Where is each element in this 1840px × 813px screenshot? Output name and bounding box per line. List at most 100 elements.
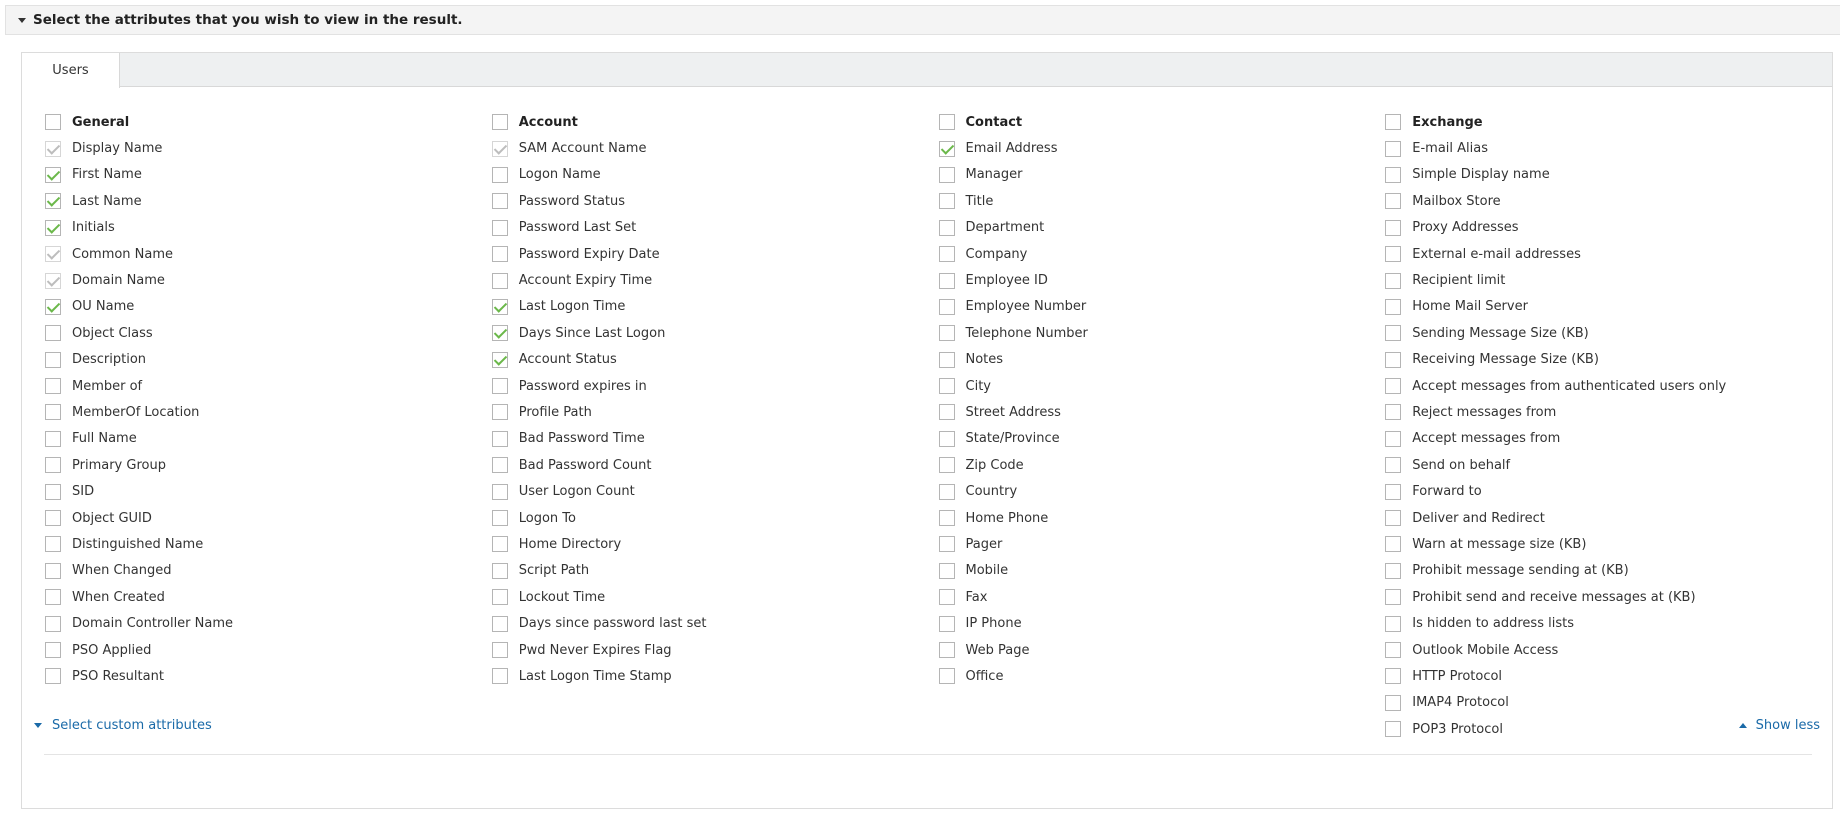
attribute-checkbox[interactable] (491, 325, 508, 342)
attribute-item[interactable]: State/Province (938, 426, 1386, 452)
attribute-checkbox[interactable] (45, 589, 61, 606)
attribute-checkbox[interactable] (491, 351, 508, 368)
attribute-checkbox[interactable] (1385, 272, 1402, 289)
attribute-checkbox[interactable] (45, 140, 61, 157)
attribute-item[interactable]: Home Mail Server (1385, 294, 1832, 320)
attribute-checkbox[interactable] (1385, 562, 1402, 579)
attribute-item[interactable]: Fax (938, 584, 1386, 610)
attribute-item[interactable]: Zip Code (938, 452, 1386, 478)
attribute-checkbox[interactable] (491, 140, 508, 157)
attribute-checkbox[interactable] (491, 298, 508, 315)
attribute-item[interactable]: Logon Name (491, 162, 939, 188)
attribute-item[interactable]: User Logon Count (491, 478, 939, 504)
attribute-checkbox[interactable] (491, 536, 508, 553)
attribute-item[interactable]: Bad Password Count (491, 452, 939, 478)
attribute-item[interactable]: Last Name (45, 188, 492, 214)
attribute-item[interactable]: When Created (45, 584, 492, 610)
attribute-checkbox[interactable] (938, 219, 955, 236)
attribute-item[interactable]: Script Path (491, 558, 939, 584)
attribute-item[interactable]: Proxy Addresses (1385, 215, 1832, 241)
attribute-item[interactable]: PSO Resultant (45, 663, 492, 689)
attribute-checkbox[interactable] (1385, 430, 1402, 447)
attribute-checkbox[interactable] (491, 510, 508, 527)
attribute-item[interactable]: Domain Name (45, 267, 492, 293)
attribute-checkbox[interactable] (938, 562, 955, 579)
attribute-item[interactable]: Employee ID (938, 267, 1386, 293)
attribute-checkbox[interactable] (45, 510, 61, 527)
attribute-item[interactable]: Description (45, 347, 492, 373)
attribute-checkbox[interactable] (491, 246, 508, 263)
tab-users[interactable]: Users (22, 53, 120, 88)
attribute-item[interactable]: Common Name (45, 241, 492, 267)
attribute-item[interactable]: Password Expiry Date (491, 241, 939, 267)
attribute-item[interactable]: Reject messages from (1385, 399, 1832, 425)
attribute-checkbox[interactable] (491, 483, 508, 500)
attribute-item[interactable]: Account Expiry Time (491, 267, 939, 293)
attribute-checkbox[interactable] (1385, 615, 1402, 632)
attribute-item[interactable]: Bad Password Time (491, 426, 939, 452)
attribute-checkbox[interactable] (938, 510, 955, 527)
group-header-account[interactable]: Account (491, 109, 939, 135)
attribute-item[interactable]: External e-mail addresses (1385, 241, 1832, 267)
attribute-checkbox[interactable] (491, 166, 508, 183)
attribute-checkbox[interactable] (938, 668, 955, 685)
attribute-checkbox[interactable] (938, 536, 955, 553)
attribute-checkbox[interactable] (1385, 246, 1402, 263)
attribute-checkbox[interactable] (491, 404, 508, 421)
attribute-item[interactable]: Last Logon Time Stamp (491, 663, 939, 689)
attribute-checkbox[interactable] (45, 298, 61, 315)
attribute-item[interactable]: City (938, 373, 1386, 399)
attribute-item[interactable]: Title (938, 188, 1386, 214)
select-all-checkbox[interactable] (45, 114, 61, 131)
attribute-checkbox[interactable] (491, 457, 508, 474)
attribute-checkbox[interactable] (45, 219, 61, 236)
attribute-checkbox[interactable] (1385, 404, 1402, 421)
attribute-item[interactable]: Distinguished Name (45, 531, 492, 557)
attribute-item[interactable]: SID (45, 478, 492, 504)
attribute-checkbox[interactable] (1385, 193, 1402, 210)
attribute-item[interactable]: Notes (938, 347, 1386, 373)
group-header-exchange[interactable]: Exchange (1385, 109, 1832, 135)
attribute-item[interactable]: Prohibit message sending at (KB) (1385, 558, 1832, 584)
group-header-contact[interactable]: Contact (938, 109, 1386, 135)
attribute-item[interactable]: Domain Controller Name (45, 610, 492, 636)
attribute-item[interactable]: Primary Group (45, 452, 492, 478)
attribute-checkbox[interactable] (45, 668, 61, 685)
section-header[interactable]: Select the attributes that you wish to v… (5, 5, 1840, 35)
attribute-checkbox[interactable] (45, 351, 61, 368)
attribute-item[interactable]: Password Status (491, 188, 939, 214)
attribute-checkbox[interactable] (938, 589, 955, 606)
attribute-checkbox[interactable] (1385, 694, 1402, 711)
attribute-checkbox[interactable] (938, 430, 955, 447)
attribute-checkbox[interactable] (45, 536, 61, 553)
attribute-checkbox[interactable] (1385, 166, 1402, 183)
select-custom-attributes-link[interactable]: Select custom attributes (34, 718, 212, 733)
attribute-item[interactable]: IMAP4 Protocol (1385, 690, 1832, 716)
attribute-item[interactable]: Is hidden to address lists (1385, 610, 1832, 636)
attribute-checkbox[interactable] (45, 615, 61, 632)
attribute-checkbox[interactable] (1385, 351, 1402, 368)
attribute-item[interactable]: Prohibit send and receive messages at (K… (1385, 584, 1832, 610)
attribute-item[interactable]: Company (938, 241, 1386, 267)
attribute-checkbox[interactable] (491, 272, 508, 289)
attribute-checkbox[interactable] (491, 562, 508, 579)
attribute-checkbox[interactable] (491, 615, 508, 632)
attribute-checkbox[interactable] (1385, 642, 1402, 658)
attribute-checkbox[interactable] (45, 457, 61, 474)
attribute-item[interactable]: Mailbox Store (1385, 188, 1832, 214)
attribute-item[interactable]: Accept messages from (1385, 426, 1832, 452)
attribute-item[interactable]: Street Address (938, 399, 1386, 425)
show-less-link[interactable]: Show less (1738, 718, 1820, 733)
attribute-item[interactable]: Home Directory (491, 531, 939, 557)
attribute-item[interactable]: Home Phone (938, 505, 1386, 531)
attribute-item[interactable]: Pager (938, 531, 1386, 557)
attribute-item[interactable]: Object GUID (45, 505, 492, 531)
attribute-item[interactable]: Department (938, 215, 1386, 241)
attribute-checkbox[interactable] (938, 272, 955, 289)
group-header-general[interactable]: General (45, 109, 492, 135)
attribute-checkbox[interactable] (491, 642, 508, 658)
attribute-item[interactable]: Receiving Message Size (KB) (1385, 347, 1832, 373)
attribute-item[interactable]: Days Since Last Logon (491, 320, 939, 346)
select-all-checkbox[interactable] (938, 114, 955, 131)
attribute-item[interactable]: Days since password last set (491, 610, 939, 636)
